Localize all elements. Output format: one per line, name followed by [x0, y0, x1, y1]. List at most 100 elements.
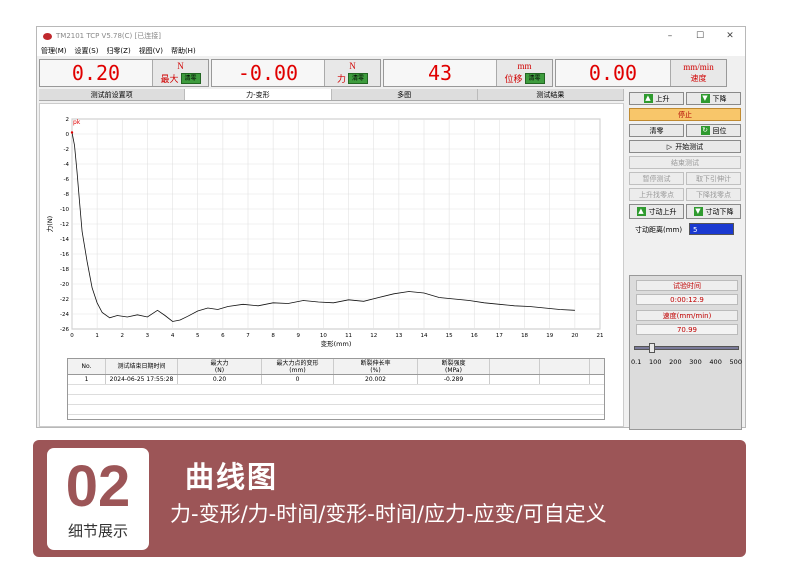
- start-test-label: 开始测试: [675, 142, 704, 151]
- play-icon: ▷: [666, 142, 673, 151]
- force-clear-button[interactable]: 清零: [348, 73, 369, 84]
- y-tick-label: -16: [60, 252, 69, 258]
- return-button[interactable]: ↻ 回位: [686, 124, 741, 137]
- slider-tick: 0.1: [631, 358, 642, 366]
- displacement-clear-button[interactable]: 清零: [524, 73, 545, 84]
- up-label: 上升: [655, 94, 670, 103]
- max-force-label: 最大: [160, 75, 179, 85]
- speed-label: 速度: [690, 74, 707, 84]
- x-tick-label: 15: [446, 333, 453, 339]
- arrow-up-icon: ▲: [643, 94, 653, 103]
- speed-slider-thumb[interactable]: [648, 343, 655, 353]
- down-label: 下降: [712, 94, 727, 103]
- x-tick-label: 7: [246, 333, 250, 339]
- col-extra-2: [540, 359, 590, 374]
- window-title: TM2101 TCP V5.78(C) [已连接]: [56, 32, 161, 40]
- y-tick-label: -8: [64, 192, 70, 198]
- cell-deformation: 0: [262, 375, 334, 384]
- y-tick-label: -14: [60, 237, 69, 243]
- test-info-panel: 试验时间 0:00:12.9 速度(mm/min) 70.99 0.1 100 …: [629, 275, 742, 430]
- slider-tick: 100: [649, 358, 662, 366]
- clear-button[interactable]: 清零: [629, 124, 684, 137]
- x-tick-label: 9: [297, 333, 301, 339]
- stop-button[interactable]: 停止: [629, 108, 741, 121]
- arrow-up-icon: ▲: [636, 207, 646, 216]
- peak-point: [70, 131, 74, 134]
- speed-info-label: 速度(mm/min): [636, 310, 738, 321]
- table-row[interactable]: 1 2024-06-25 17:55:28 0.20 0 20.002 -0.2…: [68, 375, 604, 385]
- x-axis-label: 变形(mm): [321, 339, 352, 348]
- cell-max-force: 0.20: [178, 375, 262, 384]
- speed-slider-track[interactable]: [634, 343, 739, 353]
- x-tick-label: 1: [95, 333, 99, 339]
- up-button[interactable]: ▲ 上升: [629, 92, 684, 105]
- inch-up-button[interactable]: ▲ 寸动上升: [629, 204, 684, 219]
- x-tick-label: 19: [546, 333, 553, 339]
- x-tick-label: 5: [196, 333, 200, 339]
- down-button[interactable]: ▼ 下降: [686, 92, 741, 105]
- test-time-value: 0:00:12.9: [636, 294, 738, 305]
- force-unit: N: [349, 61, 356, 71]
- inch-distance-input[interactable]: 5: [689, 223, 734, 235]
- x-tick-label: 6: [221, 333, 225, 339]
- tab-force-deformation[interactable]: 力-变形: [185, 89, 332, 100]
- down-find-zero-button[interactable]: 下降找零点: [686, 188, 741, 201]
- y-tick-label: -10: [60, 207, 69, 213]
- x-tick-label: 20: [571, 333, 578, 339]
- speed-unit: mm/min: [683, 61, 714, 72]
- col-extra-1: [490, 359, 540, 374]
- pause-test-button[interactable]: 暂停测试: [629, 172, 684, 185]
- menu-manage[interactable]: 管理(M): [41, 46, 67, 56]
- displacement-value: 43: [384, 60, 496, 86]
- inch-distance-label: 寸动距离(mm): [635, 226, 683, 234]
- menu-settings[interactable]: 设置(S): [75, 46, 99, 56]
- max-force-clear-button[interactable]: 清零: [180, 73, 201, 84]
- y-tick-label: -22: [60, 297, 69, 303]
- close-icon[interactable]: ✕: [715, 31, 745, 41]
- peak-annotation: pk: [73, 119, 81, 126]
- menu-zero[interactable]: 归零(Z): [106, 46, 130, 56]
- up-find-zero-button[interactable]: 上升找零点: [629, 188, 684, 201]
- tab-pretest-settings[interactable]: 测试前设置项: [39, 89, 186, 100]
- x-tick-label: 14: [421, 333, 428, 339]
- return-icon: ↻: [700, 126, 710, 135]
- minimize-icon[interactable]: –: [655, 31, 685, 41]
- force-readout: -0.00 N 力清零: [211, 59, 381, 87]
- tab-multi-chart[interactable]: 多图: [332, 89, 478, 100]
- cell-no: 1: [68, 375, 106, 384]
- slider-tick: 200: [669, 358, 682, 366]
- slider-tick: 400: [709, 358, 722, 366]
- arrow-down-icon: ▼: [693, 207, 703, 216]
- col-deformation: 最大力点的变形 (mm): [262, 359, 334, 374]
- detail-badge: 02 细节展示: [47, 448, 149, 550]
- displacement-label: 位移: [504, 75, 523, 85]
- badge-subtitle: 细节展示: [67, 521, 128, 540]
- readout-bar: 0.20 N 最大 清零 -0.00 N 力清零 43 mm 位移 清零 0.00 …: [39, 59, 744, 87]
- inch-down-button[interactable]: ▼ 寸动下降: [686, 204, 741, 219]
- end-test-button[interactable]: 结束测试: [629, 156, 741, 169]
- x-tick-label: 8: [271, 333, 275, 339]
- menu-help[interactable]: 帮助(H): [171, 46, 196, 56]
- x-tick-label: 11: [345, 333, 352, 339]
- inch-up-label: 寸动上升: [648, 207, 677, 216]
- start-test-button[interactable]: ▷ 开始测试: [629, 140, 741, 153]
- tab-test-results[interactable]: 测试结果: [478, 89, 624, 100]
- table-row: [68, 405, 604, 415]
- cell-elongation: 20.002: [334, 375, 418, 384]
- y-tick-label: -6: [64, 177, 70, 183]
- badge-number: 02: [65, 453, 131, 519]
- slider-tick: 300: [689, 358, 702, 366]
- col-max-force: 最大力 (N): [178, 359, 262, 374]
- force-label: 力: [336, 75, 346, 85]
- cell-strength: -0.289: [418, 375, 490, 384]
- remove-extensometer-button[interactable]: 取下引伸计: [686, 172, 741, 185]
- x-tick-label: 21: [597, 333, 604, 339]
- max-force-value: 0.20: [40, 60, 152, 86]
- y-tick-label: -12: [60, 222, 69, 228]
- x-tick-label: 16: [471, 333, 478, 339]
- test-time-label: 试验时间: [636, 280, 738, 291]
- maximize-icon[interactable]: ☐: [685, 31, 715, 41]
- y-tick-label: -18: [60, 267, 69, 273]
- menu-view[interactable]: 视图(V): [139, 46, 163, 56]
- speed-value: 0.00: [556, 60, 670, 86]
